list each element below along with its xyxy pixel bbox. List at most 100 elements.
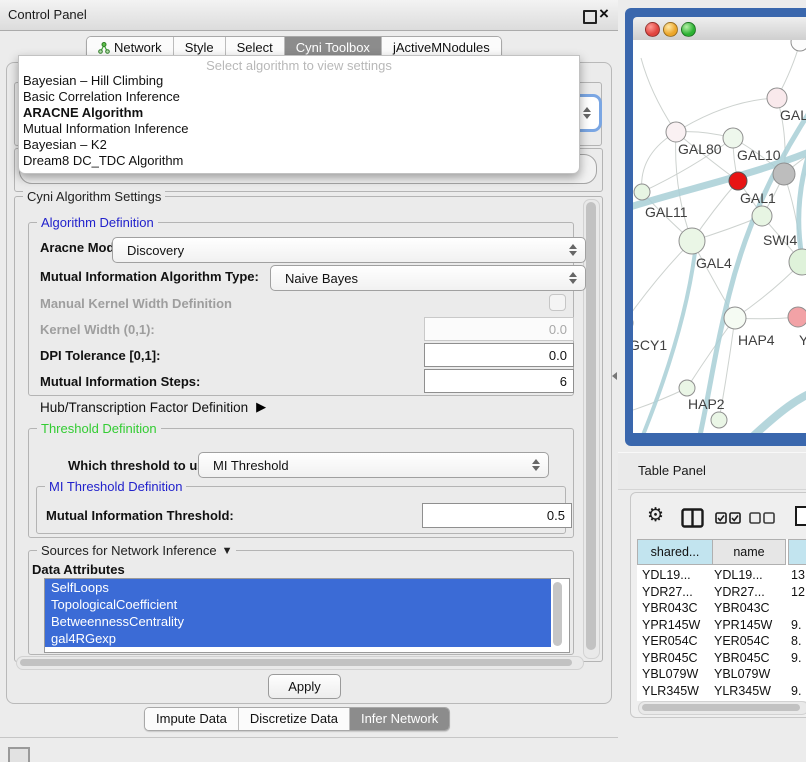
- cell-value: 8.: [791, 633, 806, 650]
- combo-arrows-icon: [532, 459, 540, 471]
- table-row[interactable]: YBL079WYBL079W: [637, 666, 806, 683]
- tab-impute-data[interactable]: Impute Data: [145, 708, 238, 730]
- float-window-icon[interactable]: [583, 10, 597, 24]
- table-row[interactable]: YDL19...YDL19...13: [637, 567, 806, 584]
- cell-name: YER054C: [714, 633, 784, 650]
- table-row[interactable]: YPR145WYPR145W9.: [637, 617, 806, 634]
- tab-infer-network[interactable]: Infer Network: [349, 708, 449, 730]
- column-header-shared-name[interactable]: shared...: [637, 539, 713, 565]
- node-bottom-partial[interactable]: [711, 412, 727, 428]
- node-gal10[interactable]: [723, 128, 743, 148]
- settings-vscrollbar-thumb[interactable]: [586, 202, 596, 650]
- algorithm-option[interactable]: Bayesian – K2: [23, 137, 107, 152]
- algorithm-option[interactable]: Dream8 DC_TDC Algorithm: [23, 153, 183, 168]
- node-gal1[interactable]: [752, 206, 772, 226]
- which-threshold-label: Which threshold to use:: [68, 458, 216, 473]
- sources-group-title[interactable]: Sources for Network Inference ▼: [37, 543, 236, 558]
- cell-name: YDR27...: [714, 584, 784, 601]
- which-threshold-combo[interactable]: MI Threshold: [198, 452, 549, 478]
- aracne-mode-combo[interactable]: Discovery: [112, 237, 586, 263]
- cell-shared-name: YER054C: [642, 633, 710, 650]
- attributes-vscrollbar-thumb[interactable]: [553, 582, 562, 646]
- mi-threshold-label: Mutual Information Threshold:: [46, 508, 234, 523]
- node-label-hap4: HAP4: [738, 332, 775, 348]
- mi-threshold-field[interactable]: 0.5: [422, 503, 572, 528]
- attribute-item[interactable]: gal4RGexp: [45, 630, 551, 647]
- node-gal4[interactable]: [679, 228, 705, 254]
- tab-discretize-data[interactable]: Discretize Data: [238, 708, 349, 730]
- tab-impute-data-label: Impute Data: [156, 708, 227, 730]
- cell-name: YDL19...: [714, 567, 784, 584]
- node-right-large[interactable]: [789, 249, 806, 275]
- table-row[interactable]: YBR043CYBR043C: [637, 600, 806, 617]
- combo-arrows-icon: [569, 244, 577, 256]
- cell-value: [791, 666, 806, 683]
- apply-button[interactable]: Apply: [268, 674, 341, 699]
- zoom-traffic-light[interactable]: [681, 22, 696, 37]
- columns-icon[interactable]: [681, 508, 704, 528]
- attribute-item[interactable]: BetweennessCentrality: [45, 613, 551, 630]
- node-hap2[interactable]: [679, 380, 695, 396]
- table-row[interactable]: YDR27...YDR27...12: [637, 584, 806, 601]
- which-threshold-value: MI Threshold: [213, 458, 289, 473]
- attribute-item[interactable]: SelfLoops: [45, 579, 551, 596]
- node-gray[interactable]: [773, 163, 795, 185]
- data-attributes-list[interactable]: SelfLoops TopologicalCoefficient Between…: [44, 578, 570, 653]
- node-red-selected[interactable]: [729, 172, 747, 190]
- node-label-y-partial: Y: [799, 332, 806, 348]
- mi-threshold-value: 0.5: [547, 508, 565, 523]
- cell-name: YLR345W: [714, 683, 784, 700]
- network-icon: [98, 42, 110, 54]
- algorithm-option[interactable]: Bayesian – Hill Climbing: [23, 73, 163, 88]
- dpi-tolerance-field[interactable]: 0.0: [424, 343, 574, 367]
- cell-name: YBR045C: [714, 650, 784, 667]
- mi-type-combo[interactable]: Naive Bayes: [270, 265, 586, 291]
- new-table-icon[interactable]: [794, 505, 806, 527]
- settings-hscrollbar[interactable]: [16, 656, 584, 670]
- node-gal11[interactable]: [634, 184, 650, 200]
- table-row[interactable]: YLR345WYLR345W9.: [637, 683, 806, 700]
- close-traffic-light[interactable]: [645, 22, 660, 37]
- node-unlabeled[interactable]: [791, 40, 806, 51]
- kernel-width-field[interactable]: 0.0: [424, 317, 574, 341]
- column-header-partial[interactable]: [788, 539, 806, 565]
- network-view-titlebar[interactable]: [633, 17, 806, 41]
- network-canvas[interactable]: GAL GAL80 GAL10 GAL1 GAL11 SWI4 GAL4 GCY…: [633, 40, 806, 433]
- table-hscrollbar-thumb[interactable]: [642, 704, 800, 711]
- manual-kernel-checkbox[interactable]: [549, 294, 566, 311]
- control-panel-titlebar: Control Panel ×: [0, 0, 618, 31]
- node-gal80[interactable]: [666, 122, 686, 142]
- settings-hscrollbar-thumb[interactable]: [20, 659, 572, 666]
- node-hap4[interactable]: [724, 307, 746, 329]
- minimize-traffic-light[interactable]: [663, 22, 678, 37]
- gear-icon[interactable]: ⚙: [647, 507, 664, 525]
- select-all-checkboxes-icon[interactable]: [715, 512, 741, 524]
- minimized-panel-icon[interactable]: [8, 747, 30, 762]
- table-row[interactable]: YER054CYER054C 8.: [637, 633, 806, 650]
- panel-splitter-handle[interactable]: [612, 372, 617, 380]
- mi-threshold-group-title: MI Threshold Definition: [45, 479, 186, 494]
- table-panel-title: Table Panel: [638, 463, 706, 478]
- kernel-width-label: Kernel Width (0,1):: [40, 322, 155, 337]
- algorithm-option[interactable]: Basic Correlation Inference: [23, 89, 180, 104]
- mi-type-value: Naive Bayes: [285, 271, 358, 286]
- attribute-item[interactable]: TopologicalCoefficient: [45, 596, 551, 613]
- mi-type-label: Mutual Information Algorithm Type:: [40, 269, 259, 284]
- mi-steps-field[interactable]: 6: [424, 369, 574, 393]
- algorithm-option[interactable]: Mutual Information Inference: [23, 121, 188, 136]
- cell-shared-name: YBR043C: [642, 600, 710, 617]
- close-icon[interactable]: ×: [599, 4, 609, 24]
- unselect-all-checkboxes-icon[interactable]: [749, 512, 775, 524]
- node-label-gal4: GAL4: [696, 255, 732, 271]
- cell-shared-name: YLR345W: [642, 683, 710, 700]
- tab-discretize-data-label: Discretize Data: [250, 708, 338, 730]
- threshold-definition-title: Threshold Definition: [37, 421, 161, 436]
- node-gal-partial[interactable]: [767, 88, 787, 108]
- hub-definition-toggle[interactable]: Hub/Transcription Factor Definition ▶: [40, 398, 266, 416]
- table-row[interactable]: YBR045CYBR045C9.: [637, 650, 806, 667]
- node-salmon[interactable]: [788, 307, 806, 327]
- algorithm-option-selected[interactable]: ARACNE Algorithm: [23, 105, 143, 120]
- algorithm-select-popup: Select algorithm to view settings Bayesi…: [18, 55, 580, 174]
- table-hscrollbar[interactable]: [638, 701, 806, 715]
- column-header-name[interactable]: name: [712, 539, 786, 565]
